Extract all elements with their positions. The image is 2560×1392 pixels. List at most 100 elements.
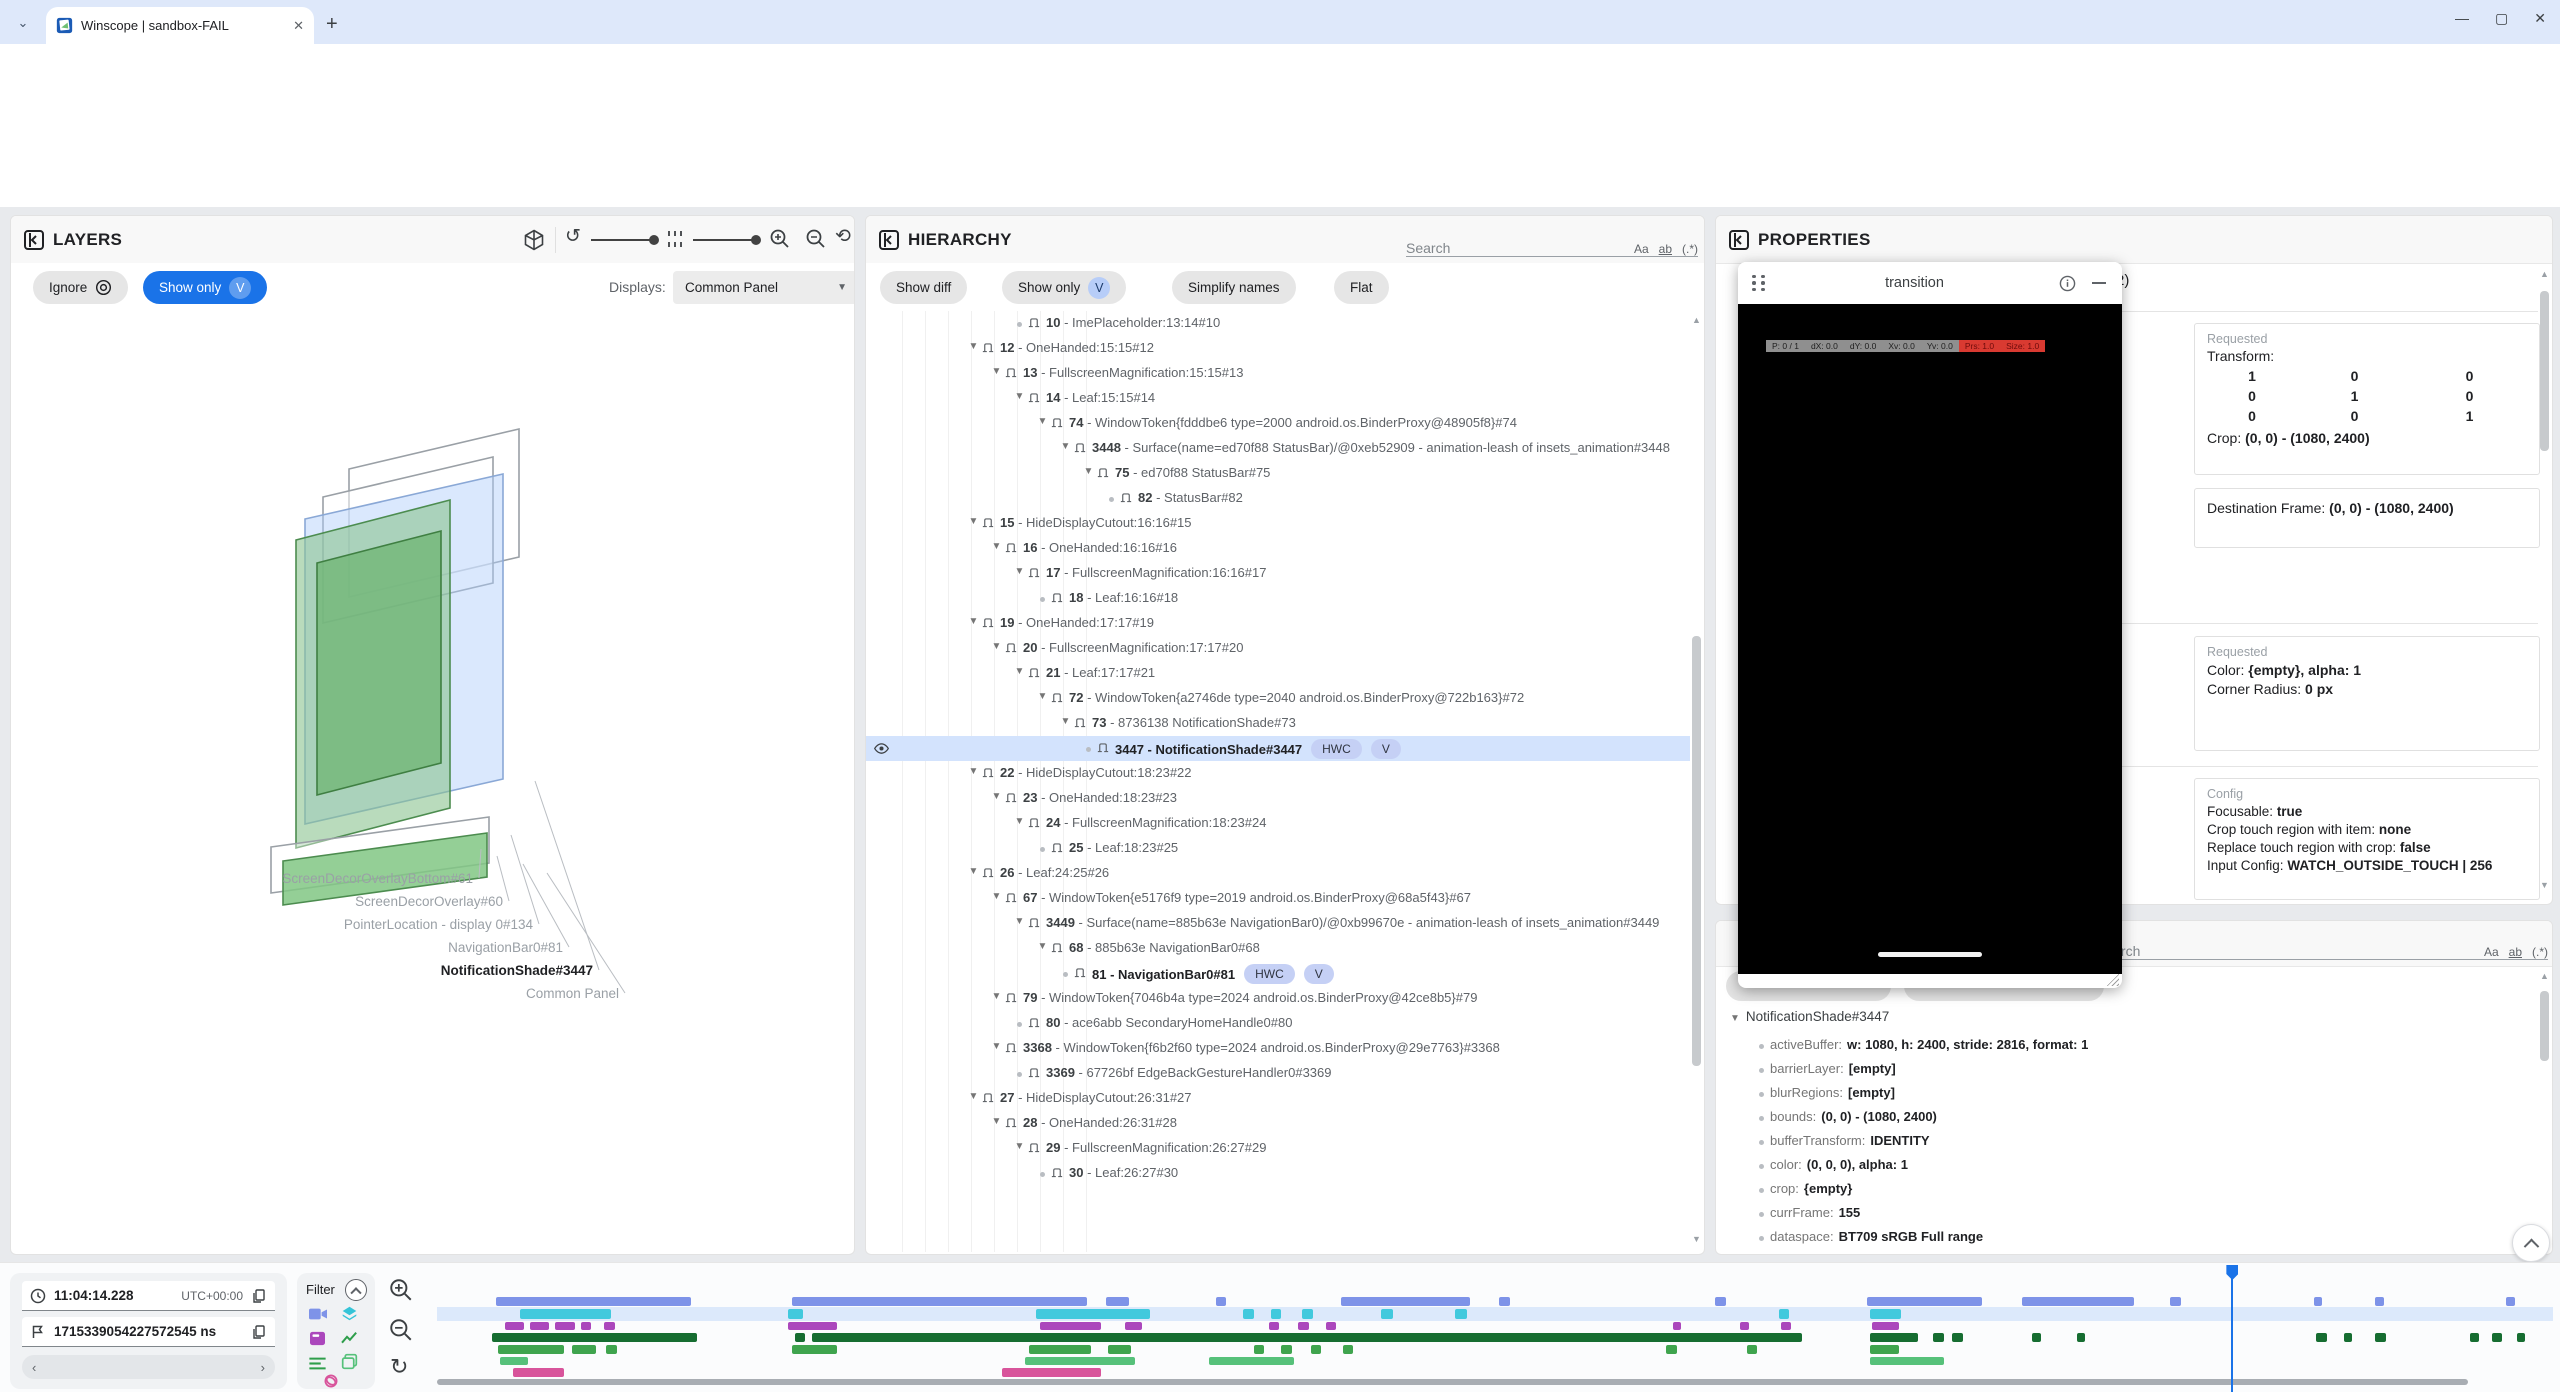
property-root-node[interactable]: ▼NotificationShade#3447 (1730, 1009, 1889, 1024)
property-row[interactable]: bounds:(0, 0) - (1080, 2400) (1756, 1109, 2522, 1124)
tree-row[interactable]: ▼79 - WindowToken{7046b4a type=2024 andr… (866, 986, 1690, 1011)
trace-event[interactable] (788, 1322, 837, 1330)
trace-event[interactable] (2316, 1333, 2327, 1342)
trace-event[interactable] (1125, 1322, 1142, 1330)
show-only-button[interactable]: Show onlyV (1002, 271, 1126, 304)
expander-icon[interactable]: ▼ (965, 1089, 982, 1102)
layer-label[interactable]: NavigationBar0#81 (448, 940, 563, 955)
trace-event[interactable] (498, 1345, 564, 1354)
tree-row[interactable]: 80 - ace6abb SecondaryHomeHandle0#80 (866, 1011, 1690, 1036)
simplify-names-button[interactable]: Simplify names (1172, 271, 1296, 304)
trace-event[interactable] (1381, 1309, 1394, 1319)
tree-row[interactable]: 25 - Leaf:18:23#25 (866, 836, 1690, 861)
trace-event[interactable] (1666, 1345, 1677, 1354)
trace-event[interactable] (1715, 1297, 1726, 1306)
expander-icon[interactable]: ▼ (1080, 464, 1097, 477)
property-row[interactable]: barrierLayer:[empty] (1756, 1061, 2522, 1076)
timeline-reset-zoom-icon[interactable]: ↻ (390, 1355, 408, 1380)
transitions-icon[interactable] (323, 1373, 339, 1389)
ignore-button[interactable]: Ignore (33, 271, 128, 304)
trace-event[interactable] (1029, 1345, 1090, 1354)
filter-collapse-icon[interactable] (345, 1279, 367, 1301)
new-tab-button[interactable]: + (326, 14, 338, 34)
trace-event[interactable] (2022, 1297, 2134, 1306)
trace-row-view-capture[interactable] (437, 1357, 2553, 1365)
trace-event[interactable] (1209, 1357, 1294, 1365)
expander-icon[interactable]: ▼ (1011, 914, 1028, 927)
trace-event[interactable] (1216, 1297, 1227, 1306)
properties-scrollbar[interactable] (2540, 291, 2549, 451)
resize-handle[interactable] (2107, 974, 2119, 986)
trace-event[interactable] (2314, 1297, 2322, 1306)
hierarchy-search-input[interactable]: Search Aa ab (.*) (1406, 224, 1698, 257)
properties-scroll-up[interactable]: ▲ (2539, 269, 2550, 279)
trace-event[interactable] (520, 1309, 611, 1319)
transactions-icon[interactable] (341, 1331, 358, 1346)
trace-event[interactable] (500, 1357, 528, 1365)
tab-close-icon[interactable]: ✕ (293, 18, 304, 34)
proto-scrollbar[interactable] (2540, 991, 2549, 1061)
trace-event[interactable] (1036, 1309, 1150, 1319)
expander-icon[interactable]: ▼ (988, 1114, 1005, 1127)
expander-icon[interactable]: ▼ (965, 514, 982, 527)
property-row[interactable]: dataspace:BT709 sRGB Full range (1756, 1229, 2522, 1244)
expander-icon[interactable]: ▼ (988, 1039, 1005, 1052)
trace-event[interactable] (1269, 1322, 1280, 1330)
sheet-green-inner[interactable] (317, 531, 441, 795)
tree-row[interactable]: ▼24 - FullscreenMagnification:18:23#24 (866, 811, 1690, 836)
trace-event[interactable] (1298, 1322, 1309, 1330)
trace-event[interactable] (1343, 1345, 1354, 1354)
expander-icon[interactable]: ▼ (965, 614, 982, 627)
trace-event[interactable] (812, 1333, 1802, 1342)
match-word-icon[interactable]: ab (1659, 242, 1672, 256)
spacing-slider[interactable] (693, 239, 757, 241)
trace-event[interactable] (2344, 1333, 2352, 1342)
pan-left-icon[interactable]: ‹ (32, 1360, 36, 1375)
collapse-timeline-button[interactable] (2512, 1224, 2550, 1262)
trace-row-transactions[interactable] (437, 1333, 2553, 1342)
trace-event[interactable] (2375, 1297, 2383, 1306)
trace-event[interactable] (1867, 1297, 1981, 1306)
trace-event[interactable] (2492, 1333, 2503, 1342)
trace-event[interactable] (530, 1322, 549, 1330)
trace-event[interactable] (1779, 1309, 1790, 1319)
minimize-icon[interactable] (2092, 282, 2106, 284)
displays-select[interactable]: Common Panel ▼ (673, 271, 855, 304)
trace-event[interactable] (1872, 1322, 1900, 1330)
tree-row[interactable]: 3447 - NotificationShade#3447HWCV (866, 736, 1690, 761)
tree-row[interactable]: ▼23 - OneHanded:18:23#23 (866, 786, 1690, 811)
pan-right-icon[interactable]: › (261, 1360, 265, 1375)
trace-event[interactable] (492, 1333, 697, 1342)
timeline-zoom-in-icon[interactable] (388, 1277, 414, 1303)
match-case-icon[interactable]: Aa (1634, 242, 1649, 256)
trace-event[interactable] (505, 1322, 524, 1330)
show-diff-button[interactable]: Show diff (880, 271, 967, 304)
expander-icon[interactable]: ▼ (1011, 664, 1028, 677)
browser-tab[interactable]: Winscope | sandbox-FAIL ✕ (46, 7, 314, 44)
zoom-out-icon[interactable] (805, 228, 827, 250)
rotation-slider[interactable] (591, 239, 655, 241)
tree-row[interactable]: ▼28 - OneHanded:26:31#28 (866, 1111, 1690, 1136)
copy-icon[interactable] (251, 1324, 267, 1340)
expander-icon[interactable]: ▼ (1011, 564, 1028, 577)
properties-search-input[interactable]: Search Aa ab (.*) (2096, 928, 2548, 960)
trace-event[interactable] (1254, 1345, 1265, 1354)
tree-row[interactable]: ▼26 - Leaf:24:25#26 (866, 861, 1690, 886)
trace-event[interactable] (2170, 1297, 2181, 1306)
trace-row-surface-flinger[interactable] (437, 1309, 2553, 1319)
property-row[interactable]: currFrame:155 (1756, 1205, 2522, 1220)
layer-label[interactable]: ScreenDecorOverlay#60 (355, 894, 503, 909)
flat-button[interactable]: Flat (1334, 271, 1389, 304)
trace-event[interactable] (572, 1345, 595, 1354)
trace-event[interactable] (1870, 1333, 1919, 1342)
expander-icon[interactable]: ▼ (1034, 939, 1051, 952)
trace-event[interactable] (1271, 1309, 1282, 1319)
trace-event[interactable] (1106, 1297, 1129, 1306)
regex-icon[interactable]: (.*) (1682, 242, 1698, 256)
trace-event[interactable] (2506, 1297, 2514, 1306)
trace-event[interactable] (1781, 1322, 1792, 1330)
expander-icon[interactable]: ▼ (965, 764, 982, 777)
trace-event[interactable] (606, 1345, 617, 1354)
tree-row[interactable]: ▼74 - WindowToken{fdddbe6 type=2000 andr… (866, 411, 1690, 436)
show-only-v-button[interactable]: Show only V (143, 271, 267, 304)
